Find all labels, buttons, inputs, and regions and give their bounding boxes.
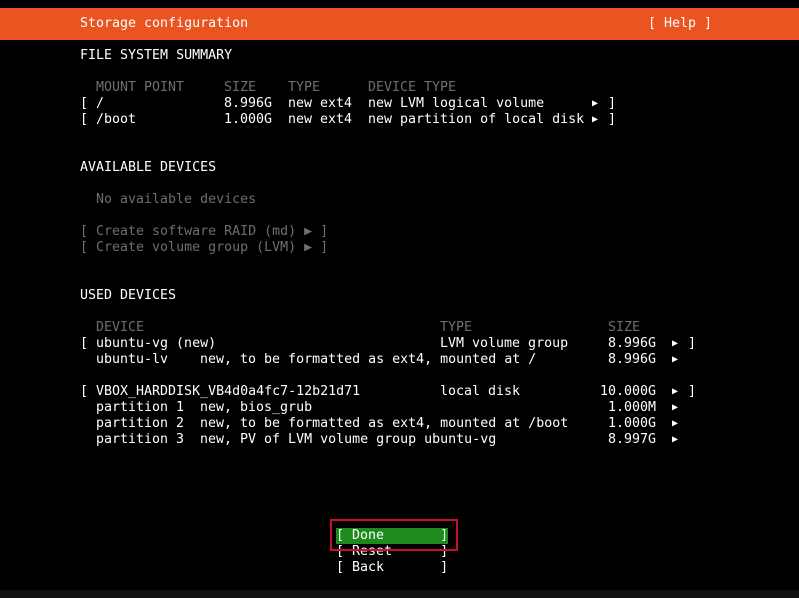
back-button[interactable]: [ Back ] (336, 560, 448, 576)
used-col-device: DEVICE (96, 320, 145, 335)
used-devices-heading: USED DEVICES (80, 288, 177, 303)
help-button[interactable]: [ Help ] (648, 16, 712, 32)
expand-arrow-icon: ▶ (672, 402, 679, 413)
expand-arrow-icon: ▶ (672, 354, 679, 365)
partition-detail: new, PV of LVM volume group ubuntu-vg (200, 432, 497, 447)
row-close-bracket: ] (688, 336, 697, 351)
device-detail: new, to be formatted as ext4, mounted at… (200, 352, 537, 367)
available-devices-heading: AVAILABLE DEVICES (80, 160, 217, 175)
partition-detail: new, to be formatted as ext4, mounted at… (200, 416, 569, 431)
partition-name: partition 1 (96, 400, 185, 415)
fs-row-mount: /boot (96, 112, 137, 127)
fs-row-type: new ext4 (288, 96, 353, 111)
row-open-bracket: [ (80, 112, 89, 127)
fs-row-device-type: new LVM logical volume (368, 96, 545, 111)
expand-arrow-icon: ▶ (672, 418, 679, 429)
partition-detail: new, bios_grub (200, 400, 313, 415)
row-close-bracket: ] (688, 384, 697, 399)
fs-row-type: new ext4 (288, 112, 353, 127)
reset-button[interactable]: [ Reset ] (336, 544, 448, 560)
no-available-devices-text: No available devices (96, 192, 257, 207)
fs-col-device-type: DEVICE TYPE (368, 80, 457, 95)
expand-arrow-icon: ▶ (672, 434, 679, 445)
device-name: VBOX_HARDDISK_VB4d0a4fc7-12b21d71 (96, 384, 361, 399)
partition-name: partition 2 (96, 416, 185, 431)
create-raid-button[interactable]: [ Create software RAID (md) ▶ ] (80, 224, 328, 240)
expand-arrow-icon: ▶ (592, 98, 599, 109)
partition-size: 1.000M (608, 400, 657, 415)
row-open-bracket: [ (80, 384, 89, 399)
row-open-bracket: [ (80, 336, 89, 351)
fs-row-size: 1.000G (224, 112, 273, 127)
expand-arrow-icon: ▶ (672, 386, 679, 397)
device-size: 8.996G (608, 336, 657, 351)
create-volume-group-button[interactable]: [ Create volume group (LVM) ▶ ] (80, 240, 328, 256)
fs-row-device-type: new partition of local disk (368, 112, 585, 127)
fs-col-mount: MOUNT POINT (96, 80, 185, 95)
fs-row-size: 8.996G (224, 96, 273, 111)
bottom-bar (0, 590, 799, 598)
device-size: 8.996G (608, 352, 657, 367)
fs-row-mount: / (96, 96, 105, 111)
used-col-type: TYPE (440, 320, 473, 335)
device-name: ubuntu-vg (new) (96, 336, 217, 351)
page-title: Storage configuration (80, 16, 249, 31)
device-size: 10.000G (600, 384, 657, 399)
used-col-size: SIZE (608, 320, 641, 335)
partition-size: 8.997G (608, 432, 657, 447)
device-type: local disk (440, 384, 521, 399)
device-name: ubuntu-lv (96, 352, 169, 367)
fs-summary-heading: FILE SYSTEM SUMMARY (80, 48, 233, 63)
done-button[interactable]: [ Done ] (336, 528, 448, 544)
expand-arrow-icon: ▶ (592, 114, 599, 125)
expand-arrow-icon: ▶ (672, 338, 679, 349)
device-type: LVM volume group (440, 336, 569, 351)
fs-col-type: TYPE (288, 80, 321, 95)
row-open-bracket: [ (80, 96, 89, 111)
partition-name: partition 3 (96, 432, 185, 447)
partition-size: 1.000G (608, 416, 657, 431)
row-close-bracket: ] (608, 112, 617, 127)
row-close-bracket: ] (608, 96, 617, 111)
fs-col-size: SIZE (224, 80, 257, 95)
